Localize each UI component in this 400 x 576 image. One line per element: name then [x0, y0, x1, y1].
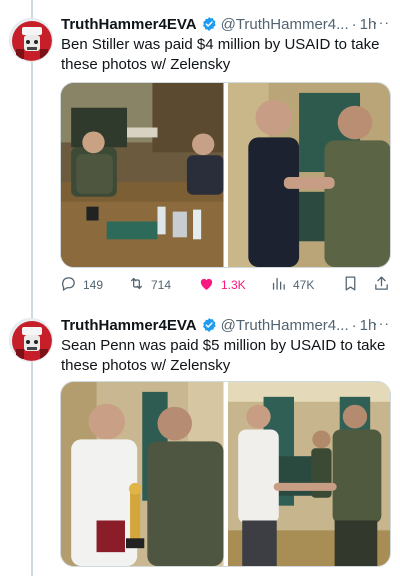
photo-handshake[interactable]	[227, 83, 390, 267]
avatar[interactable]	[9, 318, 53, 362]
photo-handshake-office[interactable]	[227, 382, 390, 566]
views-count: 47K	[293, 278, 315, 292]
tweet-header: TruthHammer4EVA @TruthHammer4... · 1h ··…	[61, 315, 390, 335]
more-icon[interactable]: ···	[373, 315, 390, 331]
author-name[interactable]: TruthHammer4EVA	[61, 317, 197, 334]
bookmark-icon	[342, 275, 359, 295]
share-icon	[373, 275, 390, 295]
tweet-actions: 149 714 1.3K 47K	[60, 274, 391, 296]
time-separator: ·	[351, 316, 357, 334]
like-count: 1.3K	[221, 278, 246, 292]
tweet[interactable]: TruthHammer4EVA @TruthHammer4... · 1h ··…	[0, 0, 400, 305]
verified-badge-icon	[201, 317, 217, 333]
time-separator: ·	[351, 15, 357, 33]
tweet-text: Sean Penn was paid $5 million by USAID t…	[61, 337, 386, 374]
reply-icon	[60, 275, 77, 295]
views-icon	[270, 275, 287, 295]
retweet-icon	[128, 275, 145, 295]
author-handle[interactable]: @TruthHammer4...	[221, 317, 349, 334]
reply-count: 149	[83, 278, 104, 292]
like-icon	[198, 275, 215, 295]
author-handle[interactable]: @TruthHammer4...	[221, 16, 349, 33]
like-button[interactable]: 1.3K	[198, 275, 246, 295]
reply-button[interactable]: 149	[60, 275, 103, 295]
photo-award[interactable]	[61, 382, 224, 566]
share-button[interactable]	[373, 275, 390, 295]
more-icon[interactable]: ···	[373, 14, 390, 30]
bookmark-button[interactable]	[342, 275, 359, 295]
author-name[interactable]: TruthHammer4EVA	[61, 16, 197, 33]
tweet-header: TruthHammer4EVA @TruthHammer4... · 1h ··…	[61, 14, 390, 34]
retweet-button[interactable]: 714	[128, 275, 171, 295]
tweet-text: Ben Stiller was paid $4 million by USAID…	[61, 36, 380, 73]
views-button[interactable]: 47K	[270, 275, 314, 295]
avatar[interactable]	[9, 18, 53, 62]
tweet[interactable]: TruthHammer4EVA @TruthHammer4... · 1h ··…	[0, 305, 400, 576]
retweet-count: 714	[151, 278, 172, 292]
photo-meeting-table[interactable]	[61, 83, 224, 267]
tweet-media[interactable]	[60, 82, 391, 268]
verified-badge-icon	[201, 16, 217, 32]
tweet-media[interactable]	[60, 381, 391, 567]
